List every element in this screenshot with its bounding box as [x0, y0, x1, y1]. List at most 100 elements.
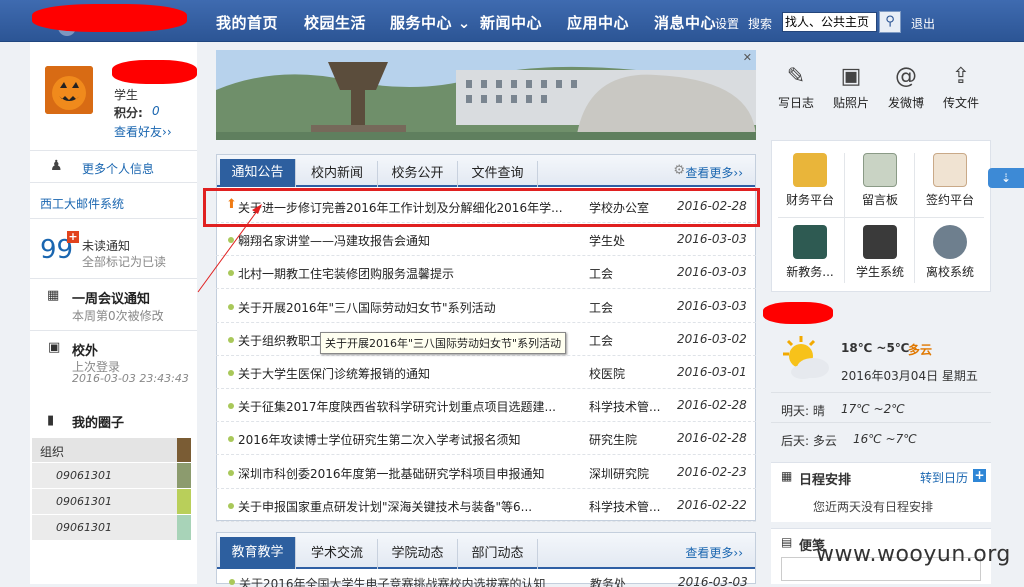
search-input[interactable]: 找人、公共主页 [782, 12, 877, 32]
notice-date: 2016-03-02 [677, 331, 747, 346]
notice-row[interactable]: 关于开展2016年"三八国际劳动妇女节"系列活动 工会 2016-03-03 [216, 290, 756, 323]
notice-dept: 工会 [589, 300, 614, 315]
more-info-link: 更多个人信息 [82, 162, 155, 176]
last-login-time: 2016-03-03 23:43:43 [72, 372, 189, 385]
notice-dept: 深圳研究院 [589, 466, 650, 481]
tab-academic[interactable]: 学术交流 [297, 539, 378, 569]
notice-title[interactable]: 关于征集2017年度陕西省软科学研究计划重点项目选题建... [238, 398, 568, 415]
post-photo-label: 贴照片 [832, 96, 869, 110]
upload-file-button[interactable]: ⇪ 传文件 [936, 64, 986, 111]
post-weibo-label: 发微博 [887, 96, 924, 110]
group-header: 组织 [32, 438, 177, 462]
unread-notice-row[interactable]: 99 + 未读通知 全部标记为已读 [30, 218, 197, 278]
notice-row[interactable]: 关于大学生医保门诊统筹报销的通知 校医院 2016-03-01 [216, 356, 756, 389]
tab-teaching[interactable]: 教育教学 [220, 537, 296, 569]
post-photo-button[interactable]: ▣ 贴照片 [826, 64, 876, 111]
group-color-1 [177, 438, 191, 462]
notice-dept: 学生处 [589, 234, 626, 249]
notice-date: 2016-02-28 [677, 398, 747, 413]
app-academic[interactable]: 新教务... [774, 225, 846, 280]
write-blog-label: 写日志 [777, 96, 814, 110]
temp-range: 18℃ ~5℃ [841, 341, 910, 355]
nav-campus-life[interactable]: 校园生活 [304, 12, 366, 33]
location-row: ▣ 校外 上次登录 2016-03-03 23:43:43 [30, 330, 197, 400]
redacted-city [763, 302, 833, 324]
nav-service-center[interactable]: 服务中心 ⌄ [390, 12, 471, 33]
notice-row[interactable]: 关于申报国家重点研发计划"深海关键技术与装备"等6... 科学技术管... 2016… [216, 489, 756, 522]
view-friends-link[interactable]: 查看好友›› [114, 123, 172, 140]
tab-dept-news[interactable]: 部门动态 [458, 539, 538, 569]
view-friends-label: 查看好友 [114, 125, 163, 139]
nav-news-center[interactable]: 新闻中心 [480, 12, 542, 33]
gear-icon[interactable]: ⚙ [673, 163, 685, 178]
nav-message-center[interactable]: 消息中心 [654, 12, 716, 33]
view-more-label-2: 查看更多 [685, 546, 734, 560]
notice-title[interactable]: 深圳市科创委2016年度第一批基础研究学科项目申报通知 [238, 465, 568, 482]
notice-row[interactable]: 2016年攻读博士学位研究生第二次入学考试报名须知 研究生院 2016-02-28 [216, 422, 756, 456]
settings-link[interactable]: 设置 [715, 15, 739, 32]
tab-college-news[interactable]: 学院动态 [378, 539, 458, 569]
group-item-label: 09061301 [56, 521, 112, 534]
bullet-icon [228, 403, 234, 410]
tab-affairs[interactable]: 校务公开 [378, 161, 458, 187]
bullet-icon [228, 303, 234, 310]
group-color-3 [177, 489, 191, 514]
list-item[interactable]: 关于2016年全国大学生电子竞赛挑战赛校内选拔赛的认知 教务处 2016-03-… [217, 573, 757, 587]
tab-doc-search[interactable]: 文件查询 [458, 161, 538, 187]
pen-icon [933, 153, 967, 187]
notice-date: 2016-03-01 [677, 365, 747, 379]
group-item[interactable]: 09061301 [32, 489, 177, 514]
avatar[interactable] [45, 66, 93, 114]
nav-app-center[interactable]: 应用中心 [567, 12, 629, 33]
notice-row[interactable]: 关于征集2017年度陕西省软科学研究计划重点项目选题建... 科学技术管... 20… [216, 389, 756, 423]
app-contract[interactable]: 签约平台 [914, 153, 986, 208]
my-circle-row[interactable]: ▮ 我的圈子 [30, 400, 197, 436]
notice-dept: 工会 [589, 333, 614, 348]
notice-title[interactable]: 2016年攻读博士学位研究生第二次入学考试报名须知 [238, 431, 568, 448]
close-icon[interactable]: ✕ [743, 51, 752, 64]
notice-title[interactable]: 关于开展2016年"三八国际劳动妇女节"系列活动 [238, 299, 568, 316]
more-info-row[interactable]: ♟ 更多个人信息 [30, 150, 197, 182]
nav-home[interactable]: 我的首页 [216, 12, 278, 33]
side-tab-download[interactable]: ⇣ [988, 168, 1024, 188]
notice-date: 2016-02-28 [677, 431, 747, 446]
pumpkin-icon [45, 66, 93, 114]
tab-campus-news[interactable]: 校内新闻 [297, 161, 378, 187]
campus-banner-image[interactable]: ✕ [216, 50, 756, 140]
teaching-panel: 教育教学 学术交流 学院动态 部门动态 查看更多›› 关于2016年全国大学生电… [216, 532, 757, 587]
tab-notices[interactable]: 通知公告 [220, 159, 296, 187]
app-leave-school[interactable]: 离校系统 [914, 225, 986, 280]
write-blog-button[interactable]: ✎ 写日志 [771, 64, 821, 111]
app-grid: 财务平台 留言板 签约平台 新教务... 学生系统 离校系统 [771, 140, 991, 292]
building-icon: ▣ [48, 340, 61, 355]
post-weibo-button[interactable]: @ 发微博 [881, 64, 931, 111]
view-more-link[interactable]: 查看更多›› [685, 164, 743, 181]
mail-system-row[interactable]: 西工大邮件系统 [30, 182, 197, 218]
app-label: 学生系统 [855, 265, 904, 279]
search-icon[interactable]: ⚲ [879, 11, 901, 33]
calendar-icon: ▦ [47, 288, 60, 303]
group-item[interactable]: 09061301 [32, 515, 177, 540]
notice-dept: 科学技术管... [589, 499, 661, 514]
mark-all-read-link[interactable]: 全部标记为已读 [82, 253, 166, 270]
book-icon [793, 225, 827, 259]
points-label: 积分: [114, 106, 143, 120]
app-message-board[interactable]: 留言板 [844, 153, 916, 208]
user-role: 学生 [114, 88, 139, 102]
app-finance[interactable]: 财务平台 [774, 153, 846, 208]
notice-row[interactable]: 深圳市科创委2016年度第一批基础研究学科项目申报通知 深圳研究院 2016-02-… [216, 456, 756, 489]
notice-row[interactable]: 翱翔名家讲堂——冯建玫报告会通知 学生处 2016-03-03 [216, 223, 756, 257]
weather-widget: 18℃ ~5℃ 多云 2016年03月04日 星期五 明天: 晴 17℃ ~2℃… [763, 300, 991, 460]
notice-title[interactable]: 关于申报国家重点研发计划"深海关键技术与装备"等6... [238, 498, 568, 515]
app-student-system[interactable]: 学生系统 [844, 225, 916, 280]
redacted-username [112, 60, 197, 84]
goto-calendar-link[interactable]: 转到日历 [920, 469, 968, 486]
notice-row[interactable]: 北村一期教工住宅装修团购服务温馨提示 工会 2016-03-03 [216, 256, 756, 290]
view-more-link-2[interactable]: 查看更多›› [685, 544, 743, 561]
meeting-notice-row[interactable]: ▦ 一周会议通知 本周第0次被修改 [30, 278, 197, 330]
search-label: 搜索 [748, 17, 773, 31]
logout-link[interactable]: 退出 [911, 15, 935, 32]
group-item[interactable]: 09061301 [32, 463, 177, 488]
notice-title[interactable]: 关于大学生医保门诊统筹报销的通知 [238, 365, 568, 382]
add-icon[interactable]: + [973, 469, 986, 482]
